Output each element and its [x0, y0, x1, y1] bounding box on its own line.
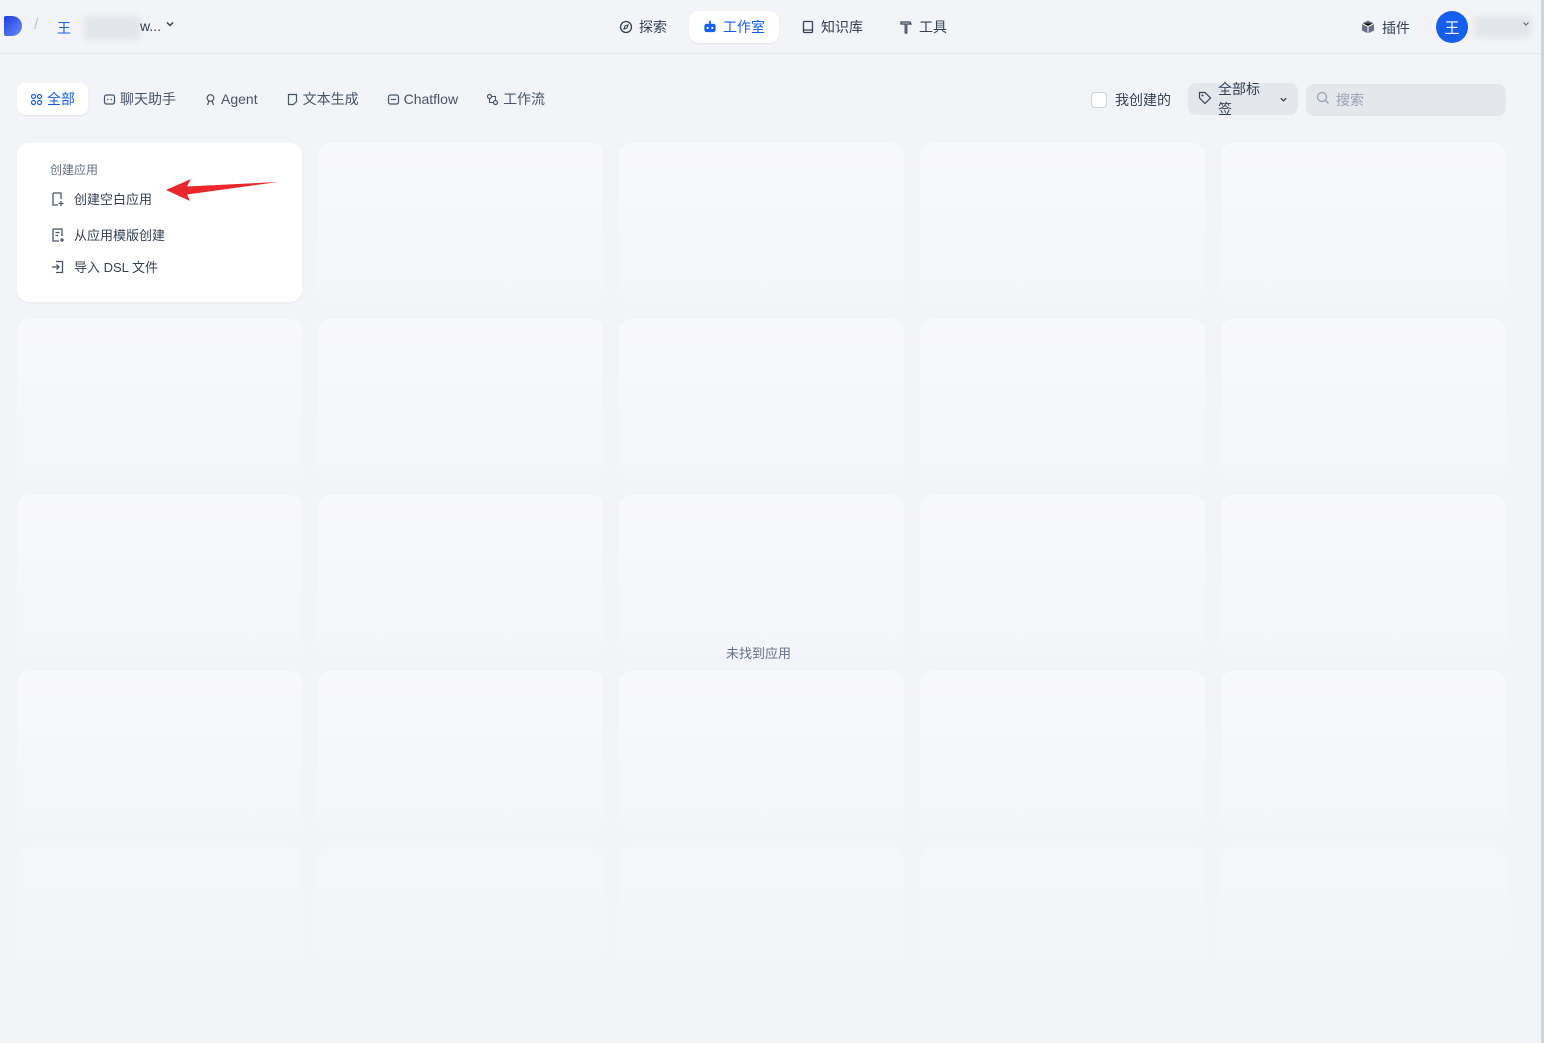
- app-card-placeholder: [318, 143, 603, 303]
- app-card-placeholder: [619, 143, 904, 303]
- app-card-placeholder: [17, 495, 302, 655]
- nav-knowledge-label: 知识库: [821, 19, 863, 35]
- document-icon: [286, 93, 299, 106]
- create-app-card: 创建应用 创建空白应用 从应用模版创建 导入 DSL 文件: [17, 143, 302, 302]
- app-card-placeholder: [17, 319, 302, 479]
- plugins-link[interactable]: 插件: [1360, 18, 1410, 38]
- app-card-placeholder: [1221, 319, 1506, 479]
- create-from-template-label: 从应用模版创建: [74, 228, 166, 243]
- app-type-tabs: 全部 聊天助手 Agent 文本生成 Chatflow 工作流: [17, 83, 558, 115]
- search-icon: [1316, 91, 1330, 110]
- nav-studio[interactable]: 工作室: [689, 11, 779, 43]
- user-chevron-down-icon[interactable]: [1522, 20, 1530, 31]
- app-card-placeholder: [920, 671, 1205, 831]
- chevron-down-icon[interactable]: [165, 18, 175, 32]
- nav-studio-label: 工作室: [723, 19, 765, 35]
- create-blank-app-button[interactable]: 创建空白应用: [50, 189, 152, 208]
- tab-workflow[interactable]: 工作流: [473, 83, 558, 115]
- nav-tools-label: 工具: [919, 19, 947, 35]
- app-card-placeholder: [1221, 495, 1506, 655]
- create-app-title: 创建应用: [50, 163, 99, 177]
- main-nav: 探索 工作室 知识库 工具: [605, 11, 961, 43]
- import-dsl-label: 导入 DSL 文件: [74, 260, 159, 275]
- blank-app-icon: [50, 191, 66, 207]
- annotation-arrow: [166, 179, 278, 201]
- app-card-placeholder: [1221, 143, 1506, 303]
- app-card-placeholder: [318, 847, 603, 1007]
- nav-knowledge[interactable]: 知识库: [787, 11, 877, 43]
- app-card-placeholder: [619, 495, 904, 655]
- tab-chat-assistant-label: 聊天助手: [120, 91, 176, 107]
- tab-all[interactable]: 全部: [17, 83, 88, 115]
- app-card-placeholder: [1221, 671, 1506, 831]
- nav-explore[interactable]: 探索: [605, 11, 681, 43]
- app-card-placeholder: [1221, 847, 1506, 1007]
- tab-chat-assistant[interactable]: 聊天助手: [90, 83, 189, 115]
- app-card-placeholder: [920, 319, 1205, 479]
- tab-agent-label: Agent: [221, 91, 258, 107]
- nav-tools[interactable]: 工具: [885, 11, 961, 43]
- create-from-template-button[interactable]: 从应用模版创建: [50, 225, 165, 244]
- app-logo[interactable]: [4, 16, 22, 36]
- empty-state-message: 未找到应用: [726, 646, 792, 661]
- chat-icon: [103, 93, 116, 106]
- app-card-placeholder: [619, 319, 904, 479]
- book-icon: [801, 20, 815, 34]
- tab-text-generation-label: 文本生成: [302, 91, 359, 107]
- created-by-me-label: 我创建的: [1115, 92, 1171, 108]
- app-card-placeholder: [920, 495, 1205, 655]
- tag-icon: [1198, 91, 1212, 108]
- robot-icon: [703, 20, 717, 34]
- tag-filter-label: 全部标签: [1218, 81, 1260, 117]
- breadcrumb-separator: /: [34, 16, 39, 33]
- app-card-placeholder: [318, 319, 603, 479]
- tab-agent[interactable]: Agent: [191, 83, 271, 115]
- app-card-placeholder: [17, 671, 302, 831]
- tab-all-label: 全部: [47, 91, 75, 107]
- plugins-label: 插件: [1382, 20, 1410, 36]
- grid-icon: [30, 93, 43, 106]
- tag-filter-dropdown[interactable]: 全部标签: [1188, 81, 1298, 117]
- workspace-initial[interactable]: 王: [57, 18, 71, 38]
- created-by-me-checkbox[interactable]: [1091, 92, 1107, 108]
- tab-chatflow-label: Chatflow: [403, 91, 459, 107]
- app-card-placeholder: [920, 847, 1205, 1007]
- workspace-name-redacted[interactable]: [84, 16, 140, 40]
- compass-icon: [619, 20, 633, 34]
- hammer-icon: [899, 20, 913, 34]
- tab-text-generation[interactable]: 文本生成: [273, 83, 372, 115]
- app-card-placeholder: [619, 847, 904, 1007]
- create-blank-app-label: 创建空白应用: [74, 192, 153, 207]
- workflow-icon: [486, 93, 499, 106]
- tab-workflow-label: 工作流: [503, 91, 546, 107]
- top-header: / 王 w... 探索 工作室 知识库 工具 插件 王: [0, 0, 1541, 54]
- chevron-down-icon: [1279, 91, 1288, 107]
- cube-icon: [1360, 19, 1376, 38]
- chatflow-icon: [387, 93, 400, 106]
- app-card-placeholder: [318, 671, 603, 831]
- search-input[interactable]: [1336, 92, 1496, 108]
- avatar[interactable]: 王: [1436, 11, 1468, 43]
- nav-explore-label: 探索: [639, 19, 667, 35]
- app-card-placeholder: [318, 495, 603, 655]
- app-card-placeholder: [920, 143, 1205, 303]
- import-dsl-button[interactable]: 导入 DSL 文件: [50, 257, 158, 276]
- app-card-placeholder: [619, 671, 904, 831]
- tab-chatflow[interactable]: Chatflow: [374, 83, 471, 115]
- search-box[interactable]: [1306, 84, 1506, 116]
- template-icon: [50, 227, 66, 243]
- workspace-name-suffix[interactable]: w...: [140, 18, 161, 34]
- created-by-me-toggle[interactable]: 我创建的: [1091, 90, 1171, 110]
- import-icon: [50, 259, 66, 275]
- agent-icon: [204, 93, 217, 106]
- app-card-placeholder: [17, 847, 302, 1007]
